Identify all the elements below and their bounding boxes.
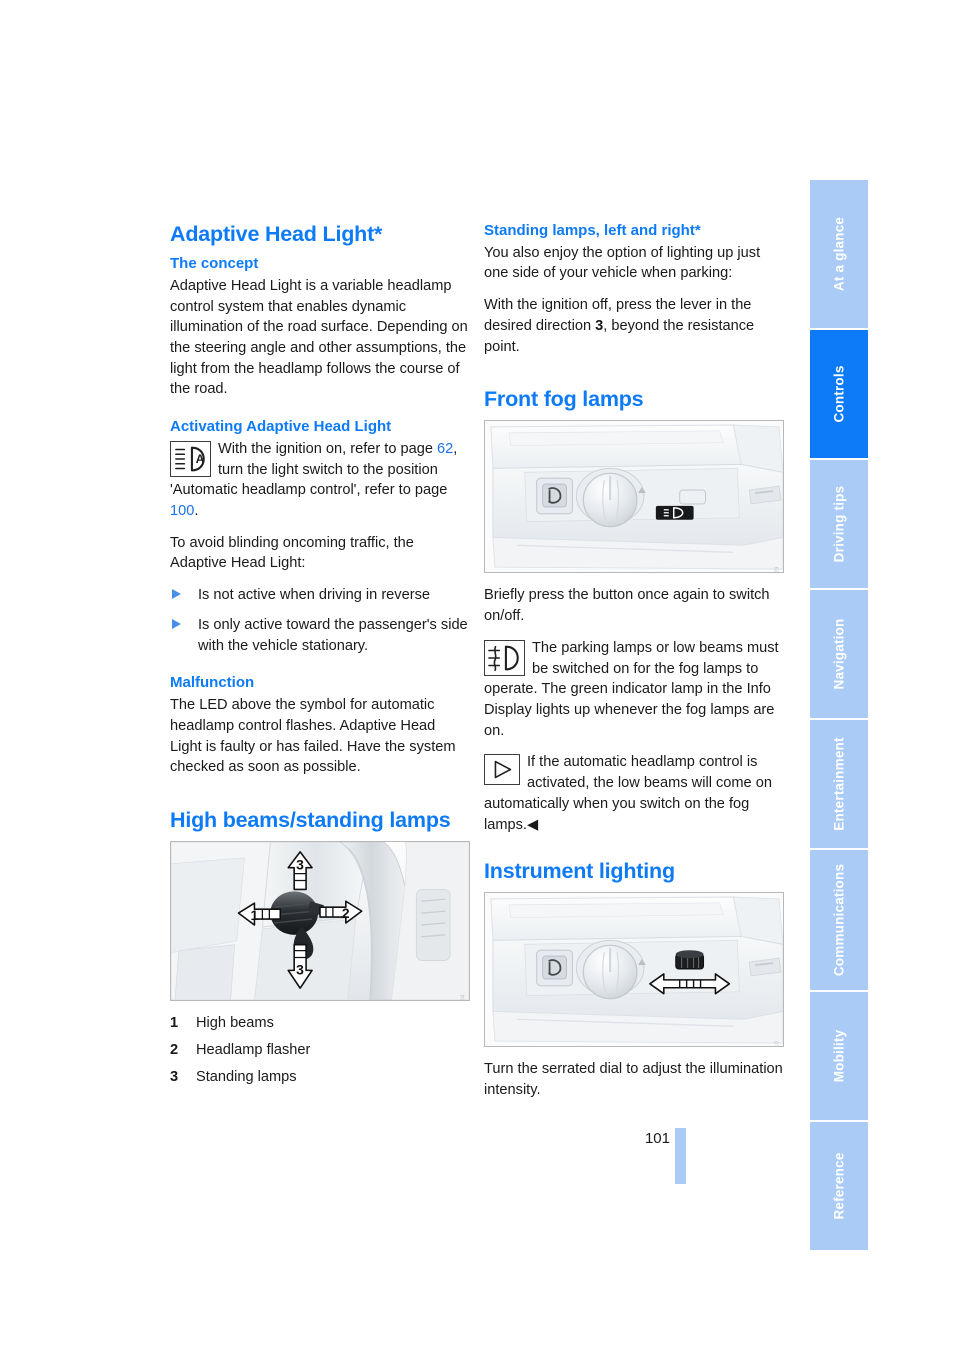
paragraph-standing-lamps-2: With the ignition off, press the lever i… <box>484 295 784 357</box>
list-item: 1 High beams <box>170 1013 470 1034</box>
bullet-list-adaptive: Is not active when driving in reverse Is… <box>170 585 470 656</box>
paragraph-fog-press-button: Briefly press the button once again to s… <box>484 587 770 625</box>
list-item-label: Is not active when driving in reverse <box>198 587 430 604</box>
steering-column-stalk-illustration: 1 2 3 3 <box>170 841 470 1002</box>
note-automatic-headlamp-control: If the automatic headlamp control is act… <box>484 752 784 835</box>
note-fog-parking-lamps: The parking lamps or low beams must be s… <box>484 638 784 742</box>
paragraph-instrument-lighting: Turn the serrated dial to adjust the ill… <box>484 1061 783 1099</box>
note-automatic-headlamp-text: If the automatic headlamp control is act… <box>484 752 784 835</box>
note-fog-text: The parking lamps or low beams must be s… <box>484 639 779 739</box>
list-item: 2 Headlamp flasher <box>170 1040 470 1061</box>
heading-the-concept: The concept <box>170 255 259 273</box>
manual-page: At a glance Controls Driving tips Naviga… <box>0 0 954 1351</box>
tab-label: Navigation <box>831 618 847 690</box>
triangle-bullet-icon <box>172 589 181 600</box>
section-tab-rail: At a glance Controls Driving tips Naviga… <box>810 180 868 1250</box>
note-end-marker-icon: ◀ <box>526 816 539 833</box>
page-ref-62[interactable]: 62 <box>437 441 453 457</box>
light-switch-panel-fog-illustration: MY07FDG5409 <box>484 420 784 574</box>
section-title-high-beams: High beams/standing lamps <box>170 807 451 832</box>
tab-entertainment[interactable]: Entertainment <box>810 720 868 848</box>
page-ref-100[interactable]: 100 <box>170 503 194 519</box>
svg-text:1: 1 <box>250 907 258 923</box>
instrument-lighting-dial-illustration: MY07FDG5410 <box>484 892 784 1048</box>
tab-label: Communications <box>831 863 847 977</box>
page-number: 101 <box>644 1130 670 1147</box>
heading-malfunction: Malfunction <box>170 674 255 692</box>
tab-mobility[interactable]: Mobility <box>810 992 868 1120</box>
tab-label: At a glance <box>831 216 847 292</box>
page-title-adaptive-head-light: Adaptive Head Light* <box>170 222 383 246</box>
paragraph-standing-lamps-1: You also enjoy the option of lighting up… <box>484 244 761 282</box>
tab-label: Mobility <box>831 1029 847 1083</box>
paragraph-concept: Adaptive Head Light is a variable headla… <box>170 277 468 398</box>
svg-text:3: 3 <box>296 857 304 873</box>
legend-number: 2 <box>170 1041 179 1058</box>
left-column: Adaptive Head Light* The concept Adaptiv… <box>170 222 470 1098</box>
heading-activating-adaptive-head-light: Activating Adaptive Head Light <box>170 418 392 436</box>
legend-label: Headlamp flasher <box>196 1041 311 1058</box>
tab-driving-tips[interactable]: Driving tips <box>810 460 868 588</box>
tab-controls[interactable]: Controls <box>810 330 868 458</box>
tab-label: Reference <box>831 1152 847 1220</box>
legend-label: High beams <box>196 1015 274 1032</box>
triangle-note-icon <box>484 754 520 786</box>
fog-lamp-icon <box>484 639 525 676</box>
note-activating: A With the ignition on, refer to page 62… <box>170 439 470 522</box>
svg-text:A: A <box>196 452 205 466</box>
list-item: 3 Standing lamps <box>170 1067 470 1088</box>
paragraph-malfunction: The LED above the symbol for automatic h… <box>170 697 456 776</box>
right-column: Standing lamps, left and right* You also… <box>484 222 784 1112</box>
tab-at-a-glance[interactable]: At a glance <box>810 180 868 328</box>
section-title-instrument-lighting: Instrument lighting <box>484 859 675 884</box>
paragraph-avoid-blinding: To avoid blinding oncoming traffic, the … <box>170 534 414 572</box>
tab-reference[interactable]: Reference <box>810 1122 868 1250</box>
legend-number: 3 <box>170 1068 179 1085</box>
note-text-part1: With the ignition on, refer to page <box>218 440 438 457</box>
list-item: Is only active toward the passenger's si… <box>170 615 470 656</box>
note-text-part3: . <box>194 503 199 520</box>
tab-label: Driving tips <box>831 485 847 563</box>
adaptive-headlight-auto-icon: A <box>170 440 211 477</box>
svg-text:3: 3 <box>296 961 304 977</box>
list-item: Is not active when driving in reverse <box>170 585 470 606</box>
figure-legend-high-beams: 1 High beams 2 Headlamp flasher 3 Standi… <box>170 1013 470 1087</box>
tab-label: Controls <box>831 365 847 423</box>
triangle-bullet-icon <box>172 618 181 629</box>
tab-communications[interactable]: Communications <box>810 850 868 990</box>
tab-navigation[interactable]: Navigation <box>810 590 868 718</box>
note-activating-text: With the ignition on, refer to page 62, … <box>170 439 470 522</box>
legend-number: 1 <box>170 1015 179 1032</box>
page-number-bar <box>675 1128 686 1184</box>
list-item-label: Is only active toward the passenger's si… <box>198 616 468 654</box>
tab-label: Entertainment <box>831 737 847 831</box>
legend-label: Standing lamps <box>196 1068 297 1085</box>
section-title-front-fog-lamps: Front fog lamps <box>484 387 644 412</box>
heading-standing-lamps-left-right: Standing lamps, left and right* <box>484 222 701 239</box>
svg-text:2: 2 <box>342 905 350 921</box>
